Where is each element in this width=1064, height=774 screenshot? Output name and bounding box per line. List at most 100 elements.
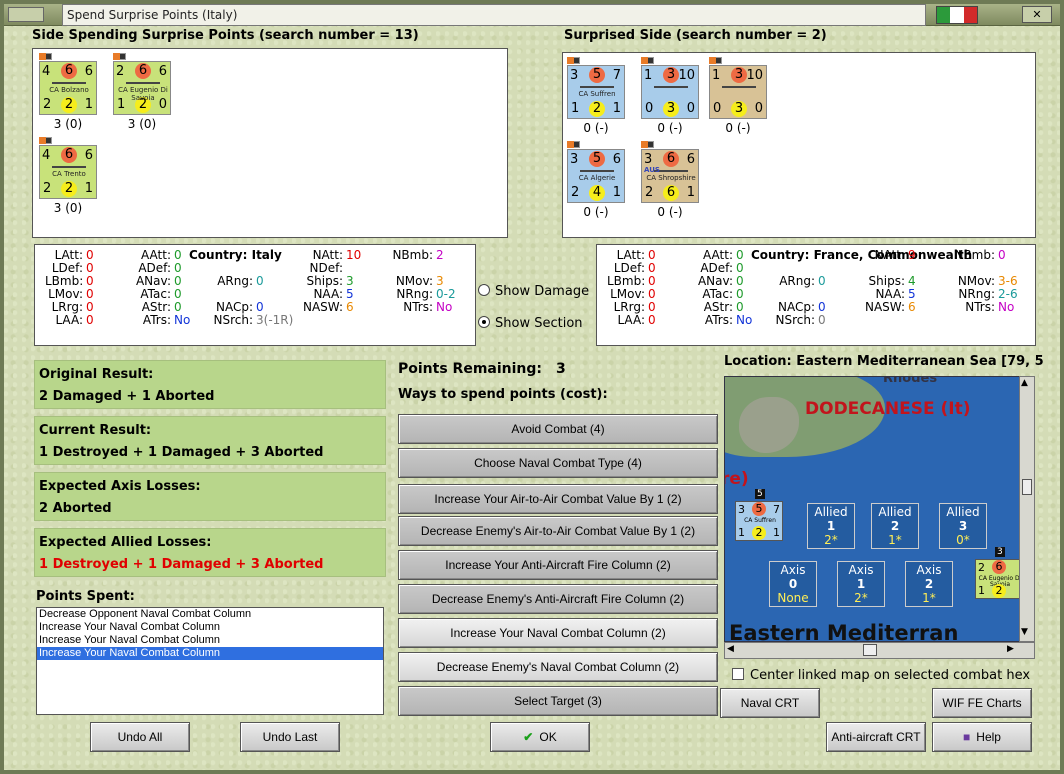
- stat-value: 3(-1R): [256, 313, 294, 327]
- show-section-radio[interactable]: Show Section: [478, 316, 583, 331]
- map-unit-stack[interactable]: 3 5 7 CA Suffren 1 2 1 5: [735, 489, 785, 541]
- stat-label: AStr:: [141, 300, 171, 314]
- list-item[interactable]: Increase Your Naval Combat Column: [37, 621, 383, 634]
- checkbox-box[interactable]: [732, 668, 744, 680]
- stat-laa: LAA: 0: [607, 313, 655, 327]
- scroll-right-icon[interactable]: ▶: [1007, 644, 1014, 654]
- spend-option-button[interactable]: Decrease Enemy's Anti-Aircraft Fire Colu…: [398, 584, 718, 614]
- ship-silhouette-icon: [580, 167, 614, 172]
- window-menu-button[interactable]: [8, 7, 44, 22]
- stat-label: NDef:: [309, 261, 343, 275]
- spend-option-button[interactable]: Increase Your Anti-Aircraft Fire Column …: [398, 550, 718, 580]
- unit-attack: 4: [42, 64, 51, 79]
- stat-value: 0: [736, 300, 744, 314]
- stat-label: NRng:: [958, 287, 995, 301]
- stat-atac: ATac: 0: [131, 287, 181, 301]
- show-damage-radio[interactable]: Show Damage: [478, 284, 589, 299]
- map-unit-stack[interactable]: 26CA Eugenio Di Savoia12 3: [975, 547, 1019, 599]
- axis-box-1[interactable]: Axis 1 2*: [837, 561, 885, 607]
- stat-aatt: AAtt: 0: [693, 248, 744, 262]
- stat-value: 0: [174, 274, 182, 288]
- anti-aircraft-crt-button[interactable]: Anti-aircraft CRT: [826, 722, 926, 752]
- stat-label: LMov:: [610, 287, 645, 301]
- unit-attack: 3: [644, 152, 653, 167]
- axis-box-2[interactable]: Axis 2 1*: [905, 561, 953, 607]
- spend-option-button[interactable]: Select Target (3): [398, 686, 718, 716]
- axis-losses-value: 2 Aborted: [39, 501, 112, 516]
- map-unit-counter: 26CA Eugenio Di Savoia12: [975, 559, 1019, 599]
- unit-name: CA Shropshire: [646, 174, 696, 182]
- scroll-down-icon[interactable]: ▼: [1021, 627, 1028, 637]
- ship-silhouette-icon: [126, 79, 160, 84]
- unit-factor: 3: [731, 67, 747, 83]
- spend-option-button[interactable]: Decrease Enemy's Air-to-Air Combat Value…: [398, 516, 718, 546]
- list-item[interactable]: Increase Your Naval Combat Column: [37, 647, 383, 660]
- stat-lbmb: LBmb: 0: [607, 274, 656, 288]
- stat-label: AAtt:: [703, 248, 733, 262]
- spend-option-button[interactable]: Avoid Combat (4): [398, 414, 718, 444]
- list-item[interactable]: Decrease Opponent Naval Combat Column: [37, 608, 383, 621]
- box-value: 2*: [824, 533, 838, 547]
- stat-label: LAtt:: [54, 248, 83, 262]
- allied-box-2[interactable]: Allied 2 1*: [871, 503, 919, 549]
- map-hscroll-thumb[interactable]: [863, 644, 877, 656]
- undo-last-button[interactable]: Undo Last: [240, 722, 340, 752]
- stat-label: NSrch:: [213, 313, 253, 327]
- stat-lbmb: LBmb: 0: [45, 274, 94, 288]
- scroll-up-icon[interactable]: ▲: [1021, 378, 1028, 388]
- unit-factor: 6: [663, 151, 679, 167]
- unit-counter-face: 1 3 10 0 3 0: [709, 65, 767, 119]
- stat-label: NSrch:: [775, 313, 815, 327]
- unit-aa: 4: [589, 185, 605, 201]
- unit-speed: 6: [686, 152, 695, 167]
- unit-counter[interactable]: 3 6 6 2 6 1 CA Shropshire AUS 0 (-): [641, 141, 703, 221]
- window-title: Spend Surprise Points (Italy): [62, 4, 926, 26]
- unit-counter[interactable]: 4 6 6 2 2 1 CA Bolzano 3 (0): [39, 53, 101, 133]
- wif-charts-button[interactable]: WIF FE Charts: [932, 688, 1032, 718]
- stat-value: 0: [818, 300, 826, 314]
- stat-value: 0: [736, 261, 744, 275]
- unit-counter[interactable]: 1 3 10 0 3 0 0 (-): [641, 57, 703, 137]
- unit-counter[interactable]: 3 5 7 1 2 1 CA Suffren 0 (-): [567, 57, 629, 137]
- close-button[interactable]: ✕: [1022, 6, 1052, 23]
- checkmark-icon: ✔: [523, 730, 534, 744]
- center-linked-checkbox[interactable]: Center linked map on selected combat hex: [732, 668, 1030, 683]
- unit-counter[interactable]: 2 6 6 1 2 0 CA Eugenio Di Savoia 3 (0): [113, 53, 175, 133]
- spend-option-button[interactable]: Increase Your Air-to-Air Combat Value By…: [398, 484, 718, 514]
- unit-counter[interactable]: 4 6 6 2 2 1 CA Trento 3 (0): [39, 137, 101, 217]
- unit-attack: 3: [738, 503, 745, 516]
- unit-search-value: 0 (-): [583, 205, 609, 219]
- stat-label: ANav:: [697, 274, 733, 288]
- axis-box-0[interactable]: Axis 0 None: [769, 561, 817, 607]
- help-button[interactable]: ■ Help: [932, 722, 1032, 752]
- map-horizontal-scrollbar[interactable]: ◀ ▶: [724, 642, 1035, 659]
- allied-box-3[interactable]: Allied 3 0*: [939, 503, 987, 549]
- ok-button[interactable]: ✔ OK: [490, 722, 590, 752]
- map-vscroll-thumb[interactable]: [1022, 479, 1032, 495]
- unit-counter[interactable]: 3 5 6 2 4 1 CA Algerie 0 (-): [567, 141, 629, 221]
- map-vertical-scrollbar[interactable]: ▲ ▼: [1019, 376, 1035, 642]
- unit-counter[interactable]: 1 3 10 0 3 0 0 (-): [709, 57, 771, 137]
- list-item[interactable]: Increase Your Naval Combat Column: [37, 634, 383, 647]
- linked-map[interactable]: Rhodes DODECANESE (It) re) Allied12*Alli…: [724, 376, 1020, 642]
- spend-option-button[interactable]: Choose Naval Combat Type (4): [398, 448, 718, 478]
- unit-speed: 6: [84, 64, 93, 79]
- naval-crt-button[interactable]: Naval CRT: [720, 688, 820, 718]
- stat-nasw: NASW: 6: [293, 300, 354, 314]
- unit-speed: 6: [158, 64, 167, 79]
- help-book-icon: ■: [963, 730, 971, 744]
- undo-all-button[interactable]: Undo All: [90, 722, 190, 752]
- spend-option-button[interactable]: Decrease Enemy's Naval Combat Column (2): [398, 652, 718, 682]
- allied-box-1[interactable]: Allied 1 2*: [807, 503, 855, 549]
- stat-value: 0: [86, 248, 94, 262]
- spend-option-button[interactable]: Increase Your Naval Combat Column (2): [398, 618, 718, 648]
- points-spent-list[interactable]: Decrease Opponent Naval Combat Column Inc…: [36, 607, 384, 715]
- scroll-left-icon[interactable]: ◀: [727, 644, 734, 654]
- unit-factor: 5: [589, 67, 605, 83]
- stat-anav: ANav: 0: [693, 274, 744, 288]
- stat-value: No: [436, 300, 453, 314]
- unit-status-icon: [573, 57, 580, 64]
- ship-silhouette-icon: [52, 79, 86, 84]
- stat-nrng: NRng: 2-6: [949, 287, 1017, 301]
- stat-label: ATrs:: [142, 313, 171, 327]
